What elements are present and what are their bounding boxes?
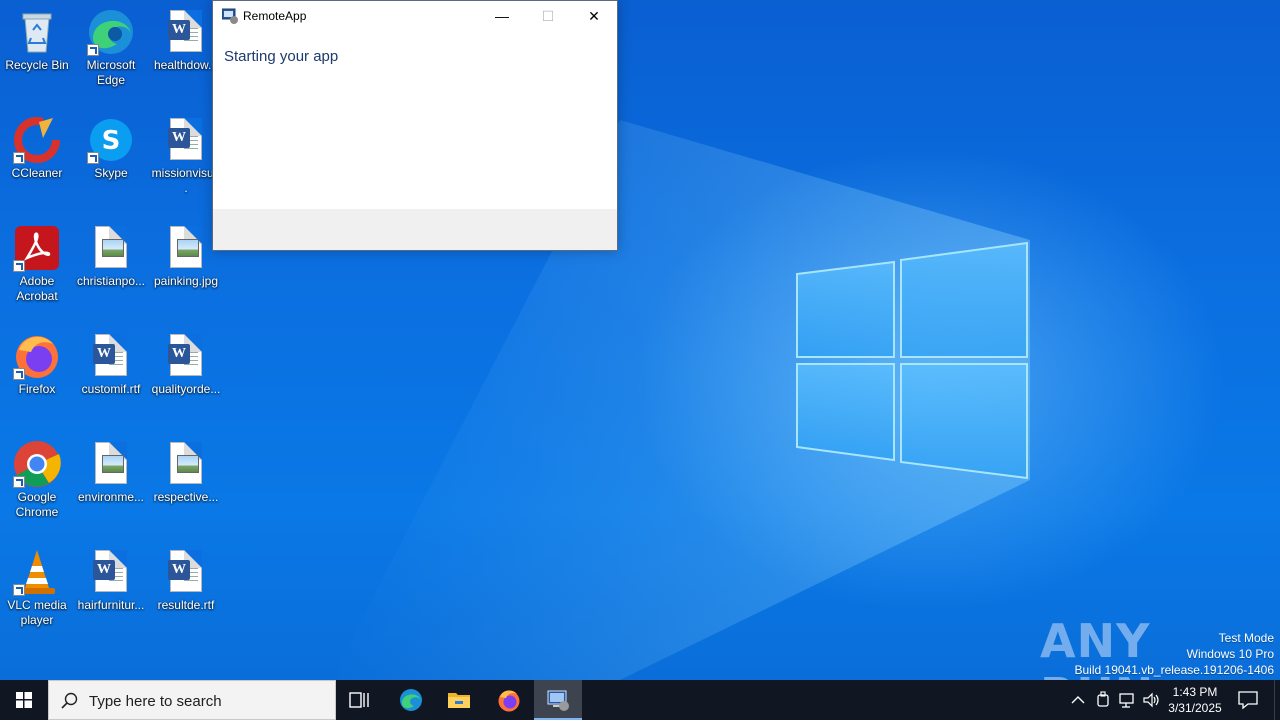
taskbar-search-box[interactable] (48, 680, 336, 720)
folder-icon (448, 693, 470, 708)
edge-icon (87, 8, 135, 56)
search-input[interactable] (87, 690, 331, 712)
action-center-icon[interactable] (1236, 688, 1260, 712)
word-document-icon: W (162, 116, 210, 164)
desktop-icon-adobe-acrobat[interactable]: Adobe Acrobat (1, 218, 73, 304)
desktop-icon-customif[interactable]: W customif.rtf (75, 326, 147, 397)
watermark-edition: Windows 10 Pro (1186, 647, 1274, 661)
close-button[interactable]: ✕ (571, 1, 617, 31)
shortcut-arrow-icon (13, 260, 25, 272)
vlc-cone-icon (13, 548, 61, 596)
desktop-icon-google-chrome[interactable]: Google Chrome (1, 434, 73, 520)
shortcut-arrow-icon (13, 152, 25, 164)
desktop-icon-skype[interactable]: S Skype (75, 110, 147, 181)
desktop-icon-label: Firefox (18, 382, 56, 396)
edge-icon (400, 689, 422, 711)
ccleaner-icon (13, 116, 61, 164)
watermark-build: Build 19041.vb_release.191206-1406 (1074, 663, 1275, 677)
desktop-icon-recycle-bin[interactable]: Recycle Bin (1, 2, 73, 73)
image-file-icon (87, 224, 135, 272)
desktop-icon-label: VLC media player (7, 598, 67, 627)
taskbar-microsoft-edge[interactable] (387, 680, 435, 720)
clock-time: 1:43 PM (1172, 685, 1218, 699)
desktop-icon-label: respective... (153, 490, 219, 504)
maximize-button[interactable]: ☐ (525, 1, 571, 31)
desktop-icon-firefox[interactable]: Firefox (1, 326, 73, 397)
desktop-icon-resultde[interactable]: W resultde.rtf (150, 542, 222, 613)
window-content: Starting your app (213, 31, 617, 209)
taskbar-file-explorer[interactable] (435, 680, 483, 720)
desktop-icon-ccleaner[interactable]: CCleaner (1, 110, 73, 181)
desktop-icon-label: CCleaner (11, 166, 63, 180)
word-document-icon: W (87, 332, 135, 380)
shortcut-arrow-icon (87, 152, 99, 164)
chevron-up-icon[interactable] (1068, 690, 1088, 710)
desktop-icon-label: customif.rtf (81, 382, 141, 396)
desktop-icon-label: Microsoft Edge (86, 58, 136, 87)
desktop-icon-label: resultde.rtf (157, 598, 215, 612)
watermark-test-mode: Test Mode (1218, 631, 1274, 645)
window-titlebar[interactable]: RemoteApp — ☐ ✕ (213, 1, 617, 31)
word-document-icon: W (162, 332, 210, 380)
remote-desktop-icon (222, 8, 238, 24)
desktop-icon-vlc[interactable]: VLC media player (1, 542, 73, 628)
recycle-bin-icon (13, 8, 61, 56)
image-file-icon (87, 440, 135, 488)
status-message: Starting your app (224, 48, 339, 65)
taskbar: 1:43 PM 3/31/2025 (0, 680, 1280, 720)
windows-start-icon (16, 692, 32, 708)
skype-icon: S (87, 116, 135, 164)
usb-device-icon[interactable] (1093, 690, 1113, 710)
desktop-icon-label: Skype (94, 166, 128, 180)
word-document-icon: W (87, 548, 135, 596)
window-footer (213, 209, 617, 250)
shortcut-arrow-icon (13, 368, 25, 380)
taskbar-task-view[interactable] (336, 680, 384, 720)
desktop-icon-microsoft-edge[interactable]: Microsoft Edge (75, 2, 147, 88)
taskbar-remoteapp[interactable] (534, 680, 582, 720)
chrome-icon (13, 440, 61, 488)
shortcut-arrow-icon (13, 476, 25, 488)
minimize-button[interactable]: — (479, 1, 525, 31)
task-view-icon (349, 692, 369, 708)
network-icon[interactable] (1117, 690, 1137, 710)
desktop-icon-label: hairfurnitur... (77, 598, 145, 612)
desktop-icon-label: Adobe Acrobat (16, 274, 58, 303)
firefox-icon (498, 690, 520, 712)
firefox-icon (13, 332, 61, 380)
taskbar-clock[interactable]: 1:43 PM 3/31/2025 (1158, 684, 1232, 716)
shortcut-arrow-icon (13, 584, 25, 596)
image-file-icon (162, 224, 210, 272)
desktop-icon-environme[interactable]: environme... (75, 434, 147, 505)
start-button[interactable] (0, 680, 48, 720)
taskbar-firefox[interactable] (485, 680, 533, 720)
shortcut-arrow-icon (87, 44, 99, 56)
image-file-icon (162, 440, 210, 488)
desktop-icon-christianpo[interactable]: christianpo... (75, 218, 147, 289)
desktop-icon-label: environme... (77, 490, 145, 504)
desktop-icon-label: Google Chrome (15, 490, 59, 519)
desktop-icon-qualityorde[interactable]: W qualityorde... (150, 326, 222, 397)
search-icon (61, 692, 78, 709)
desktop-icon-hairfurnitur[interactable]: W hairfurnitur... (75, 542, 147, 613)
window-title: RemoteApp (243, 9, 307, 23)
show-desktop-button[interactable] (1274, 680, 1280, 720)
desktop-icon-respective[interactable]: respective... (150, 434, 222, 505)
adobe-acrobat-icon (13, 224, 61, 272)
word-document-icon: W (162, 8, 210, 56)
clock-date: 3/31/2025 (1168, 701, 1222, 715)
remoteapp-window: RemoteApp — ☐ ✕ Starting your app (212, 0, 618, 251)
desktop-icon-label: painking.jpg (153, 274, 219, 288)
svg-text:S: S (102, 126, 121, 156)
desktop-icon-label: qualityorde... (151, 382, 221, 396)
desktop-icon-label: christianpo... (76, 274, 146, 288)
remote-desktop-icon (547, 690, 569, 711)
windows-watermark: Test Mode Windows 10 Pro Build 19041.vb_… (1075, 630, 1275, 678)
desktop-icon-label: Recycle Bin (5, 58, 69, 72)
word-document-icon: W (162, 548, 210, 596)
